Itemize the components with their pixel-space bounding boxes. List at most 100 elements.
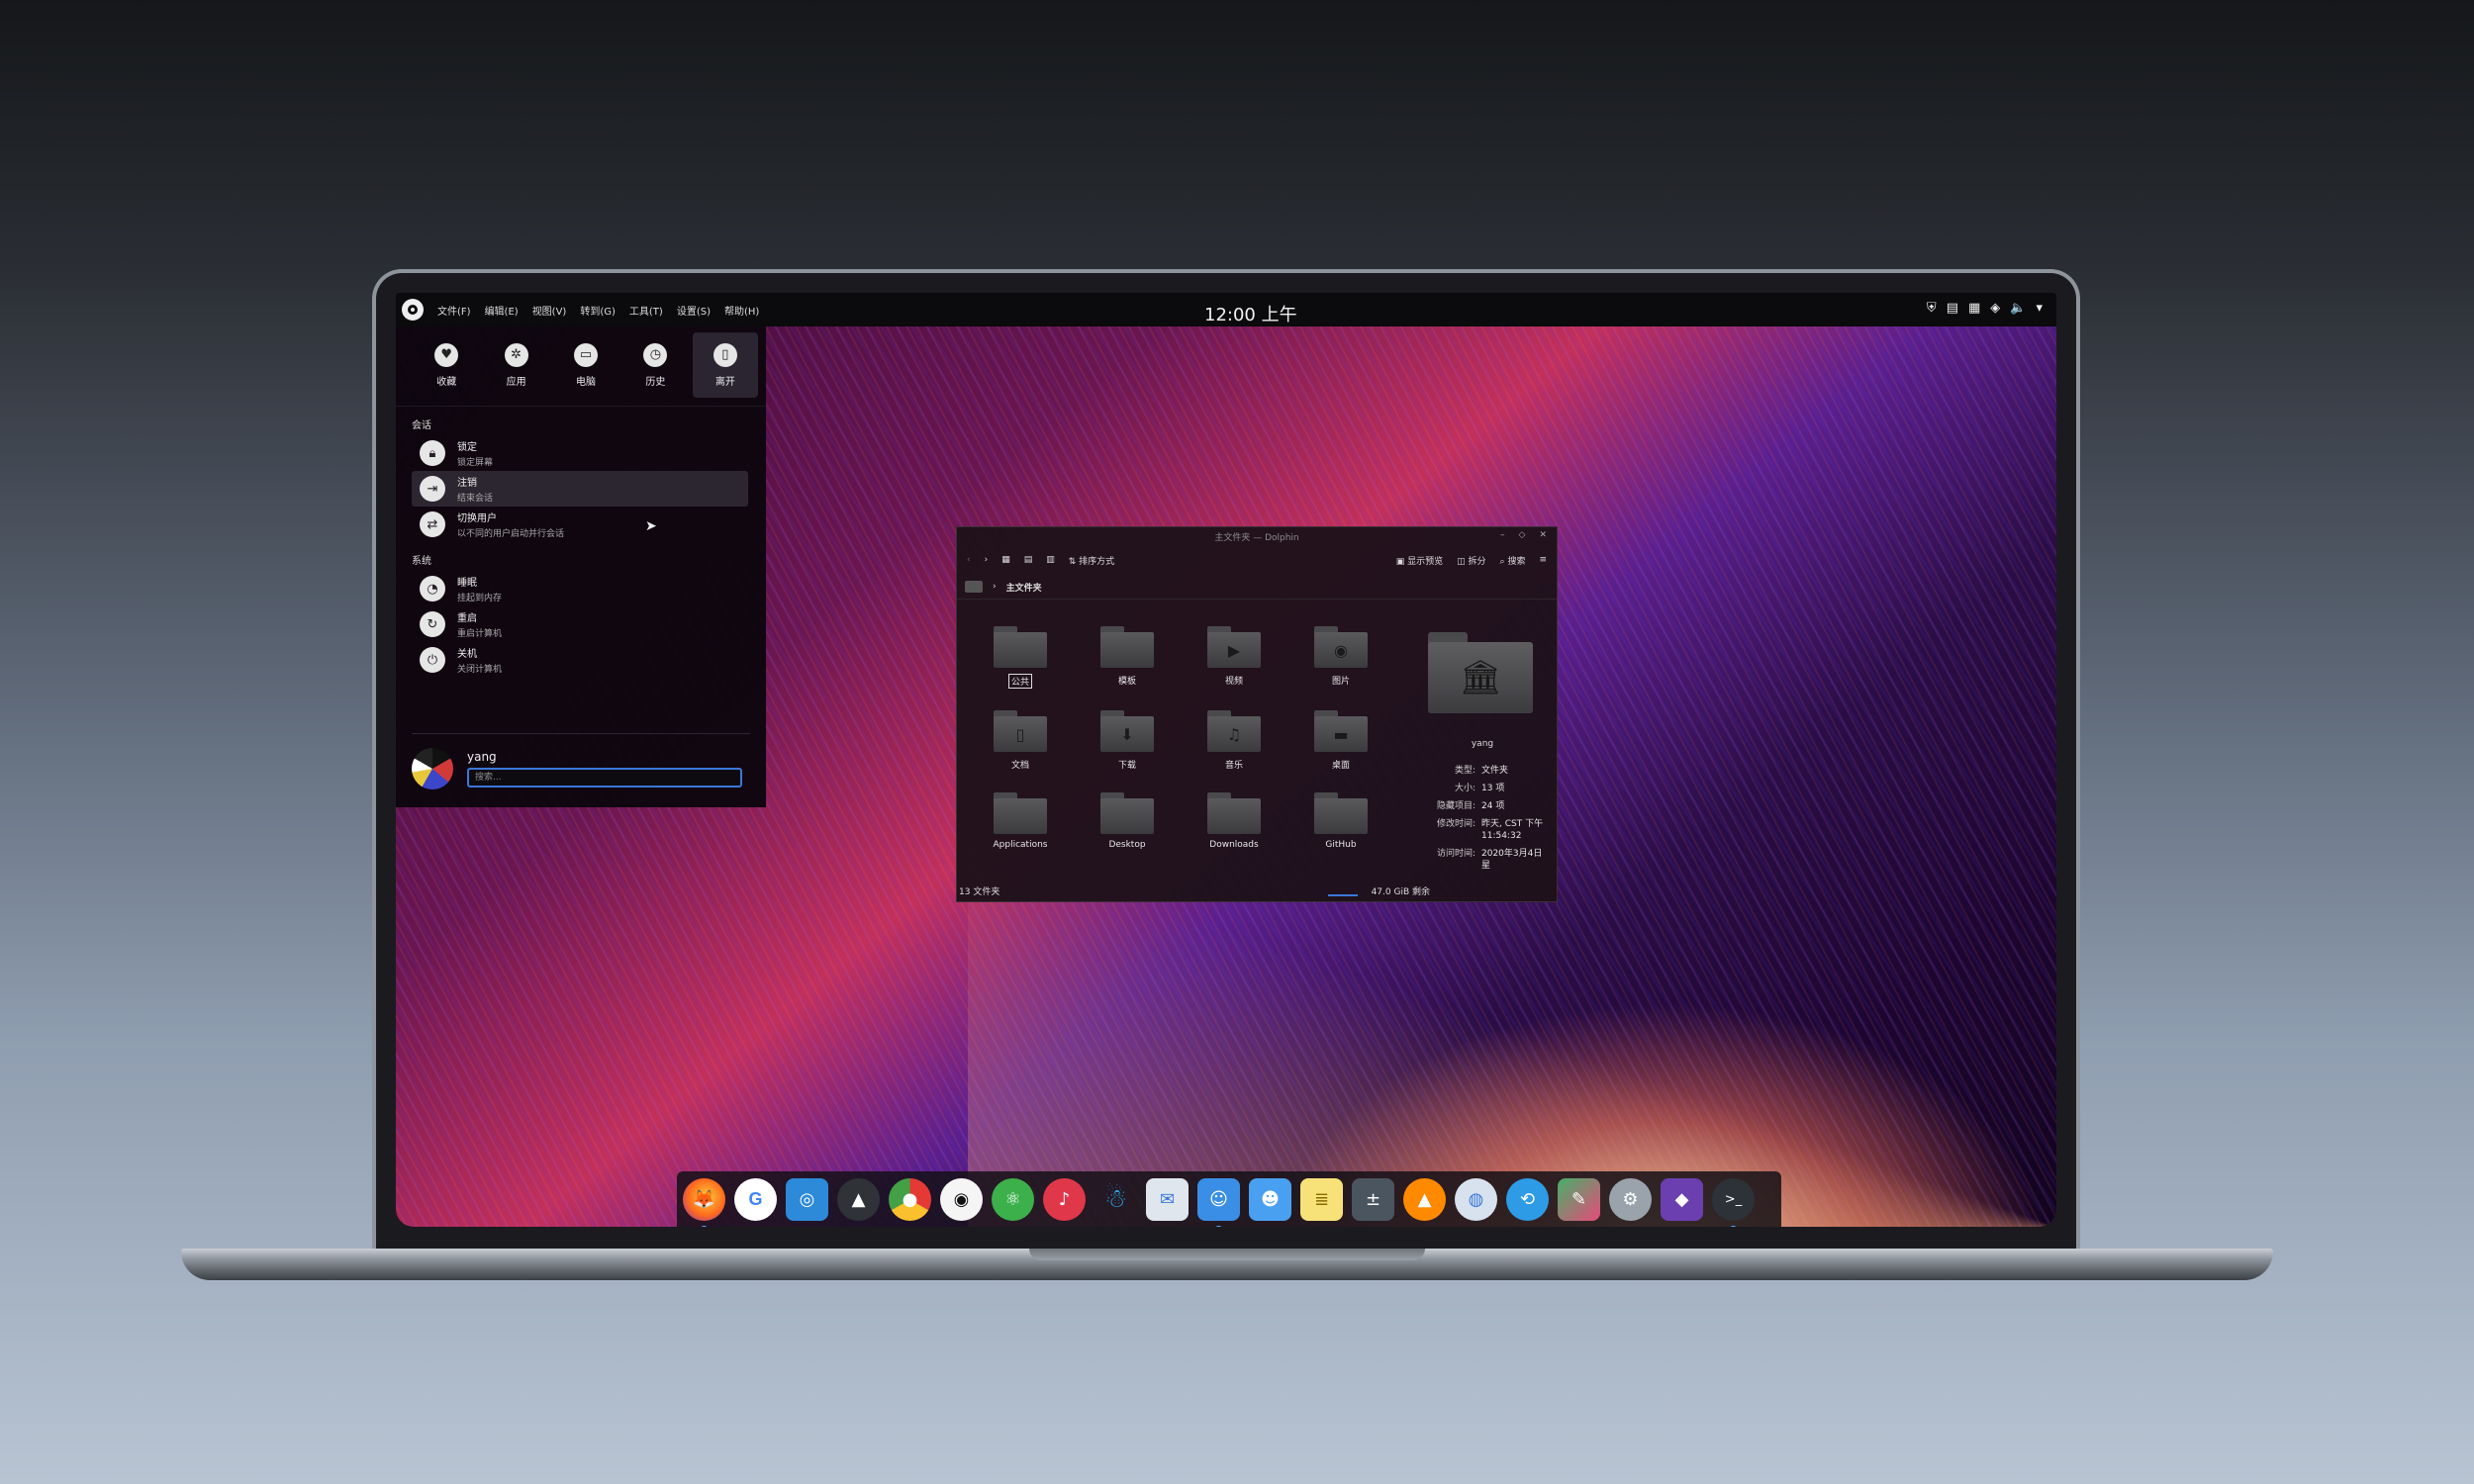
- folder-icon: [1314, 792, 1368, 834]
- paint-icon[interactable]: ✎: [1558, 1177, 1600, 1221]
- compact-view-icon[interactable]: ▤: [1024, 555, 1033, 565]
- netease-music-icon[interactable]: ♪: [1043, 1177, 1086, 1221]
- avatar[interactable]: [412, 748, 453, 789]
- search-button[interactable]: ⌕ 搜索: [1500, 554, 1526, 567]
- folder-icon: [994, 792, 1047, 834]
- preview-button[interactable]: ▣ 显示预览: [1396, 554, 1443, 567]
- back-icon[interactable]: ‹: [967, 555, 971, 565]
- tab-history[interactable]: ◷ 历史: [622, 332, 688, 398]
- file-item[interactable]: ▯ 文档: [967, 710, 1074, 771]
- icons-view-icon[interactable]: ▦: [1001, 555, 1010, 565]
- switch-user-item[interactable]: ⇄ 切换用户 以不同的用户启动并行会话: [412, 507, 748, 542]
- laptop-notch: [1029, 1249, 1425, 1260]
- file-item[interactable]: Desktop: [1074, 792, 1181, 850]
- preview-label: 显示预览: [1407, 556, 1444, 567]
- browser-icon[interactable]: ◍: [1455, 1177, 1497, 1221]
- breadcrumb[interactable]: › 主文件夹: [957, 575, 1557, 600]
- file-item[interactable]: Downloads: [1181, 792, 1287, 850]
- menu-settings[interactable]: 设置(S): [677, 303, 711, 318]
- file-item[interactable]: ◉ 图片: [1287, 626, 1394, 689]
- toolbar: ‹ › ▦ ▤ ▥ ⇅ 排序方式 ▣ 显示预览 ◫ 拆分 ⌕ 搜索 ≡: [957, 545, 1557, 575]
- hamburger-menu-icon[interactable]: ≡: [1539, 555, 1547, 565]
- forward-icon[interactable]: ›: [985, 555, 989, 565]
- menu-edit[interactable]: 编辑(E): [485, 303, 519, 318]
- power-icon: ⏻: [420, 647, 445, 673]
- tab-applications[interactable]: ✲ 应用: [483, 332, 548, 398]
- minimize-icon[interactable]: –: [1500, 530, 1505, 540]
- mail-icon[interactable]: ✉: [1146, 1177, 1189, 1221]
- item-title: 重启: [457, 613, 477, 624]
- tab-computer[interactable]: ▭ 电脑: [553, 332, 618, 398]
- system-monitor-icon[interactable]: ◈: [1990, 301, 2000, 316]
- notes-icon[interactable]: ≣: [1300, 1177, 1343, 1221]
- shield-icon[interactable]: ⛨: [1927, 301, 1937, 316]
- info-value: 昨天, CST 下午 11:54:32: [1481, 819, 1544, 841]
- maximize-icon[interactable]: ◇: [1519, 530, 1526, 540]
- qq-icon[interactable]: ☃: [1094, 1178, 1137, 1221]
- calculator-icon[interactable]: ±: [1352, 1177, 1394, 1221]
- info-value: 13 项: [1481, 784, 1505, 793]
- volume-icon[interactable]: 🔈: [2010, 301, 2026, 316]
- folder-desktop-icon: ▬: [1314, 710, 1368, 752]
- tab-leave[interactable]: ▯ 离开: [692, 332, 759, 398]
- clock[interactable]: 12:00 上午: [1204, 301, 1297, 326]
- item-title: 注销: [457, 478, 477, 489]
- logout-item[interactable]: ⇥ 注销 结束会话: [412, 471, 748, 507]
- settings-icon[interactable]: ⚙: [1609, 1177, 1652, 1221]
- file-item[interactable]: 模板: [1074, 626, 1181, 689]
- breadcrumb-current[interactable]: 主文件夹: [1006, 581, 1042, 594]
- split-label: 拆分: [1468, 556, 1486, 567]
- kde-connect-icon[interactable]: ◆: [1661, 1177, 1703, 1221]
- restart-item[interactable]: ↻ 重启 重启计算机: [412, 606, 748, 642]
- github-icon[interactable]: ◉: [940, 1177, 983, 1221]
- info-value: 24 项: [1481, 801, 1505, 811]
- folder-videos-icon: ▶: [1207, 626, 1261, 668]
- split-button[interactable]: ◫ 拆分: [1457, 554, 1485, 567]
- file-item[interactable]: ▶ 视频: [1181, 626, 1287, 689]
- shutdown-item[interactable]: ⏻ 关机 关闭计算机: [412, 642, 748, 678]
- details-view-icon[interactable]: ▥: [1046, 555, 1055, 565]
- status-bar: 13 文件夹 47.0 GiB 剩余: [959, 884, 1549, 897]
- window-titlebar[interactable]: 主文件夹 — Dolphin – ◇ ✕: [957, 527, 1557, 545]
- file-item[interactable]: ▬ 桌面: [1287, 710, 1394, 771]
- global-menu: 文件(F) 编辑(E) 视图(V) 转到(G) 工具(T) 设置(S) 帮助(H…: [437, 303, 759, 318]
- finder-icon[interactable]: ☺: [1197, 1177, 1240, 1227]
- file-item[interactable]: ♫ 音乐: [1181, 710, 1287, 771]
- clipboard-icon[interactable]: ▤: [1947, 301, 1958, 316]
- chromium-icon[interactable]: ●: [889, 1177, 931, 1221]
- heart-icon: ♥: [434, 342, 459, 367]
- close-icon[interactable]: ✕: [1539, 530, 1547, 540]
- file-item[interactable]: ⬇ 下载: [1074, 710, 1181, 771]
- tab-favorites[interactable]: ♥ 收藏: [414, 332, 479, 398]
- atom-icon[interactable]: ⚛: [992, 1177, 1034, 1221]
- menu-arrow-icon[interactable]: ▾: [2036, 301, 2043, 316]
- lock-item[interactable]: 🔒︎ 锁定 锁定屏幕: [412, 435, 748, 471]
- menu-view[interactable]: 视图(V): [532, 303, 567, 318]
- search-input[interactable]: 搜索...: [467, 768, 742, 788]
- folder-icon: [1207, 792, 1261, 834]
- terminal-icon[interactable]: >_: [1712, 1177, 1755, 1227]
- file-item[interactable]: Applications: [967, 792, 1074, 850]
- leave-icon: ▯: [713, 342, 737, 367]
- free-space-bar: [1327, 894, 1358, 896]
- dock: 🦊 G ◎ ▲ ● ◉ ⚛ ♪ ☃ ✉ ☺ ☻ ≣ ± ▲ ◍ ⟲ ✎ ⚙ ◆ …: [677, 1171, 1781, 1227]
- sort-button[interactable]: ⇅ 排序方式: [1069, 554, 1114, 567]
- share-icon[interactable]: ⟲: [1506, 1177, 1549, 1221]
- screenshot-icon[interactable]: ◎: [786, 1177, 828, 1221]
- application-launcher-button[interactable]: [402, 299, 424, 321]
- tab-label: 历史: [645, 376, 666, 388]
- information-panel: 🏛︎ yang 类型: 文件夹 大小: 13 项 隐藏项目: 24 项 修改时间: 昨天…: [1418, 632, 1547, 878]
- file-item[interactable]: GitHub: [1287, 792, 1394, 850]
- menu-tools[interactable]: 工具(T): [629, 303, 663, 318]
- finder-alt-icon[interactable]: ☻: [1249, 1177, 1291, 1221]
- vlc-icon[interactable]: ▲: [1403, 1177, 1446, 1221]
- network-icon[interactable]: ▦: [1968, 301, 1980, 316]
- firefox-icon[interactable]: 🦊: [683, 1177, 725, 1227]
- menu-help[interactable]: 帮助(H): [724, 303, 759, 318]
- google-chrome-icon[interactable]: G: [734, 1177, 777, 1221]
- menu-file[interactable]: 文件(F): [437, 303, 471, 318]
- sleep-item[interactable]: ◔ 睡眠 挂起到内存: [412, 571, 748, 606]
- menu-go[interactable]: 转到(G): [580, 303, 616, 318]
- file-item[interactable]: 公共: [967, 626, 1074, 689]
- inkscape-icon[interactable]: ▲: [837, 1177, 880, 1221]
